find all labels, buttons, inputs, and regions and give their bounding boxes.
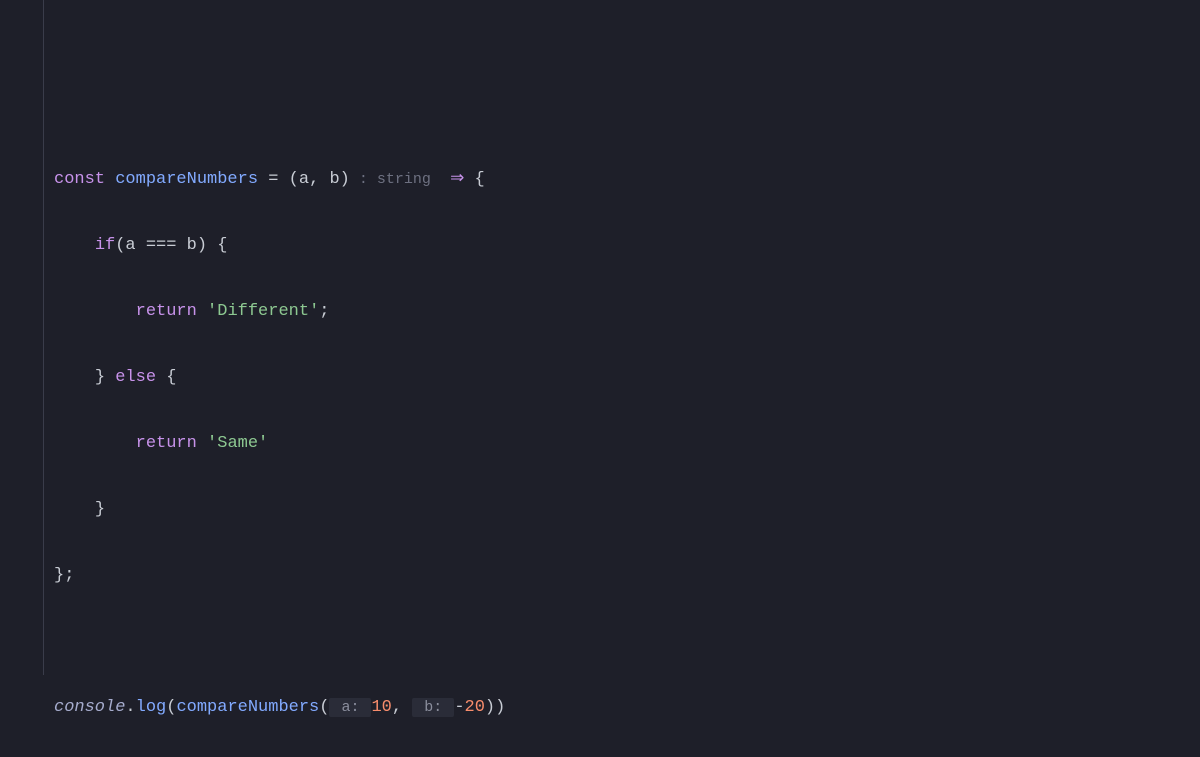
inlay-hint-param-b: b: [412, 698, 454, 717]
code-line-6: } [54, 493, 1200, 526]
code-line-9: console.log(compareNumbers( a: 10, b: -2… [54, 691, 1200, 724]
keyword-const: const [54, 170, 105, 189]
code-line-5: return 'Same' [54, 427, 1200, 460]
code-line-8 [54, 625, 1200, 658]
number-literal: 10 [371, 698, 391, 717]
string-literal: 'Same' [207, 434, 268, 453]
keyword-if: if [95, 236, 115, 255]
number-literal: 20 [465, 698, 485, 717]
function-name: compareNumbers [115, 170, 258, 189]
strict-equals: === [136, 236, 187, 255]
brace-open: { [475, 170, 485, 189]
code-editor[interactable]: const compareNumbers = (a, b) : string ⇒… [44, 0, 1200, 675]
arrow-token: ⇒ [440, 170, 475, 189]
inlay-hint-param-a: a: [329, 698, 371, 717]
paren-open: ( [289, 170, 299, 189]
function-call: compareNumbers [176, 698, 319, 717]
equals: = [258, 170, 289, 189]
inlay-hint-return-type: : string [350, 171, 440, 188]
code-line-7: }; [54, 559, 1200, 592]
code-line-2: if(a === b) { [54, 229, 1200, 262]
param-a: a [299, 170, 309, 189]
paren-close: ) [340, 170, 350, 189]
code-line-4: } else { [54, 361, 1200, 394]
param-b: b [329, 170, 339, 189]
code-line-1: const compareNumbers = (a, b) : string ⇒… [54, 163, 1200, 196]
log-method: log [136, 698, 167, 717]
keyword-return: return [136, 302, 197, 321]
editor-gutter [0, 0, 44, 675]
keyword-else: else [115, 368, 156, 387]
console-object: console [54, 698, 125, 717]
keyword-return: return [136, 434, 197, 453]
code-line-3: return 'Different'; [54, 295, 1200, 328]
string-literal: 'Different' [207, 302, 319, 321]
